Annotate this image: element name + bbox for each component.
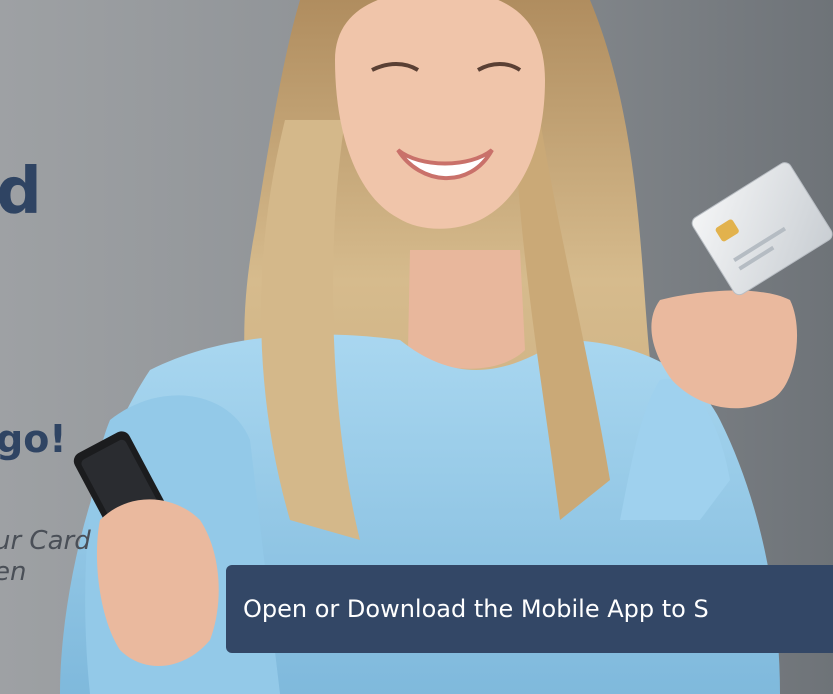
tagline-line-1: ur Card: [0, 526, 91, 556]
subheadline-text: go!: [0, 417, 67, 461]
tagline-text: ur Card en: [0, 526, 91, 588]
headline-text: d: [0, 155, 42, 229]
open-mobile-app-button[interactable]: Open or Download the Mobile App to S: [226, 565, 833, 653]
tagline-line-2: en: [0, 557, 27, 587]
